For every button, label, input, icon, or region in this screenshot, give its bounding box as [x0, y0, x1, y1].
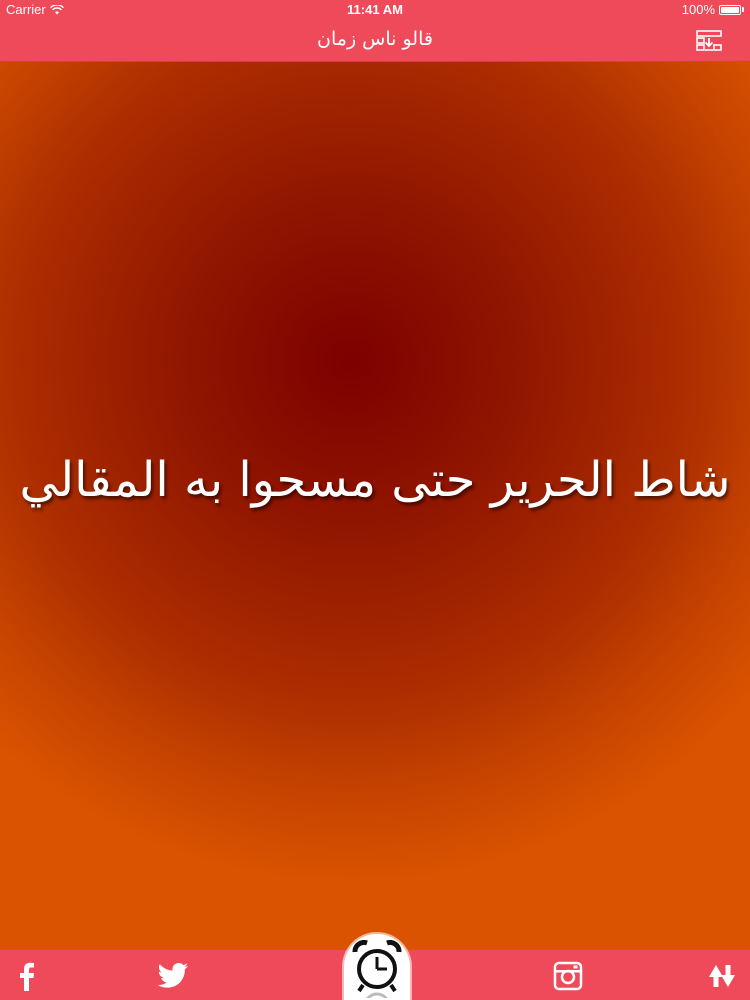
- battery-icon: [719, 4, 741, 15]
- clock-time: 11:41 AM: [347, 2, 403, 17]
- page-title: قالو ناس زمان: [317, 28, 433, 50]
- status-bar: Carrier 11:41 AM 100%: [0, 0, 750, 20]
- twitter-icon: [157, 963, 189, 988]
- download-list-button[interactable]: [696, 30, 722, 52]
- alarm-clock-icon: [352, 940, 402, 998]
- share-button[interactable]: [706, 960, 738, 992]
- quote-background[interactable]: شاط الحرير حتى مسحوا به المقالي: [0, 62, 750, 950]
- instagram-share-button[interactable]: [552, 960, 584, 992]
- reminder-button[interactable]: [344, 934, 410, 1000]
- facebook-icon: [20, 962, 34, 991]
- battery-percent: 100%: [681, 2, 715, 17]
- battery-indicator: 100%: [682, 2, 744, 17]
- proverb-text: شاط الحرير حتى مسحوا به المقالي: [19, 452, 731, 508]
- twitter-share-button[interactable]: [157, 960, 189, 992]
- instagram-icon: [553, 961, 583, 991]
- download-list-icon: [696, 30, 722, 51]
- share-arrows-icon: [709, 965, 735, 987]
- facebook-share-button[interactable]: [10, 960, 42, 992]
- navigation-bar: قالو ناس زمان: [0, 20, 750, 62]
